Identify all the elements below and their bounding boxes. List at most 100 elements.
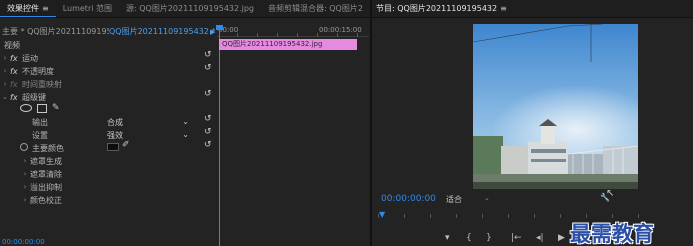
play-only-icon[interactable]: ▶: [210, 28, 215, 36]
subsection-spill-suppression[interactable]: › 溢出抑制: [0, 181, 216, 193]
chevron-down-icon: ⌄: [182, 117, 189, 126]
program-timecode[interactable]: 00:00:00:00: [381, 194, 436, 204]
twirl-icon[interactable]: ›: [0, 80, 10, 88]
subsection-label: 颜色校正: [30, 195, 62, 205]
mask-shape-tools: ✎: [20, 103, 60, 113]
ruler-tick: [482, 214, 483, 218]
ruler-tick: [508, 214, 509, 218]
effect-label: 不透明度: [22, 66, 54, 76]
program-playhead[interactable]: ▼: [379, 210, 385, 219]
tab-effect-controls[interactable]: 效果控件 ≡: [0, 0, 56, 17]
tab-source[interactable]: 源: QQ图片20211109195432.jpg: [119, 0, 261, 17]
ruler-tick: [337, 33, 338, 37]
effect-label: 时间重映射: [22, 79, 62, 89]
panel-divider[interactable]: [370, 0, 372, 246]
twirl-icon[interactable]: ›: [0, 67, 10, 75]
ruler-tick: [357, 33, 358, 37]
effect-ultra-key[interactable]: ⌄ fx 超级键: [0, 91, 216, 103]
program-monitor-title[interactable]: 节目: QQ图片20211109195432 ≡: [376, 0, 507, 17]
rectangle-mask-icon[interactable]: [37, 103, 47, 113]
go-to-in-icon[interactable]: |←: [511, 233, 522, 243]
subsection-matte-cleanup[interactable]: › 遮罩清除: [0, 168, 216, 180]
tab-audio-clip-mixer[interactable]: 音频剪辑混合器: QQ图片2: [261, 0, 370, 17]
ellipse-mask-icon[interactable]: [20, 104, 32, 112]
effect-opacity[interactable]: › fx 不透明度: [0, 65, 216, 77]
effect-motion[interactable]: › fx 运动: [0, 52, 216, 64]
subsection-label: 遮罩生成: [30, 156, 62, 166]
fx-toggle-icon[interactable]: fx: [10, 67, 22, 76]
reset-icon[interactable]: ↺: [204, 63, 212, 73]
subsection-label: 溢出抑制: [30, 182, 62, 192]
twirl-icon[interactable]: ›: [20, 183, 30, 191]
twirl-open-icon[interactable]: ⌄: [0, 93, 10, 101]
add-marker-icon[interactable]: ▾: [445, 233, 450, 243]
twirl-icon[interactable]: ›: [20, 196, 30, 204]
key-color-label: 主要颜色: [32, 143, 64, 153]
tab-lumetri-scopes[interactable]: Lumetri 范围: [56, 0, 119, 17]
mark-in-icon[interactable]: {: [466, 233, 472, 243]
fx-toggle-icon[interactable]: fx: [10, 93, 22, 102]
ruler-tick: [404, 214, 405, 218]
reset-icon[interactable]: ↺: [204, 89, 212, 99]
chevron-down-icon: ⌄: [182, 130, 189, 139]
section-video-label: 视频: [4, 40, 20, 50]
watermark-logo: 最需教育: [570, 221, 654, 246]
reset-icon[interactable]: ↺: [204, 140, 212, 150]
playhead-line[interactable]: [219, 25, 220, 246]
ruler-tick: [430, 214, 431, 218]
ruler-tick: [297, 33, 298, 37]
section-video: 视频: [0, 39, 216, 51]
effect-time-remap[interactable]: › fx 时间重映射: [0, 78, 216, 90]
reset-icon[interactable]: ↺: [204, 50, 212, 60]
master-clip-label[interactable]: 主要 * QQ图片20211109195...: [0, 26, 109, 37]
ruler-tick: [638, 214, 639, 218]
play-icon[interactable]: ▶: [558, 233, 565, 243]
twirl-icon[interactable]: ›: [20, 170, 30, 178]
effect-label: 运动: [22, 53, 38, 63]
mark-out-icon[interactable]: }: [486, 233, 492, 243]
clip-header: 主要 * QQ图片20211109195... QQ图片202111091954…: [0, 25, 219, 38]
output-label: 输出: [32, 117, 48, 127]
ruler-tick: [534, 214, 535, 218]
ruler-tick: [317, 33, 318, 37]
fx-toggle-icon: fx: [10, 79, 18, 89]
reset-icon[interactable]: ↺: [204, 127, 212, 137]
ruler-tick: [257, 33, 258, 37]
pen-mask-icon[interactable]: ✎: [52, 103, 60, 113]
twirl-icon[interactable]: ›: [20, 157, 30, 165]
panel-menu-icon[interactable]: ≡: [500, 0, 507, 17]
panel-menu-icon[interactable]: ≡: [42, 0, 49, 17]
output-value: 合成: [107, 118, 123, 127]
fit-dropdown[interactable]: 适合: [446, 194, 462, 205]
subsection-color-correction[interactable]: › 颜色校正: [0, 194, 216, 206]
setting-value: 强效: [107, 131, 123, 140]
program-monitor-video[interactable]: [473, 24, 638, 189]
time-ruler[interactable]: 00:00 00:00:15:00: [217, 25, 369, 37]
clip-bar[interactable]: QQ图片20211109195432.jpg: [219, 39, 357, 50]
eyedropper-icon[interactable]: ✐: [122, 140, 130, 150]
ruler-tick: [237, 33, 238, 37]
ruler-end-time: 00:00:15:00: [319, 26, 362, 34]
reset-icon[interactable]: ↺: [204, 114, 212, 124]
ruler-tick: [456, 214, 457, 218]
ruler-tick: [612, 214, 613, 218]
effect-controls-timecode[interactable]: 00:00:00:00: [2, 238, 45, 246]
key-color-swatch[interactable]: [107, 143, 119, 151]
twirl-icon[interactable]: ›: [0, 54, 10, 62]
setting-label: 设置: [32, 130, 48, 140]
ruler-tick: [560, 214, 561, 218]
chevron-down-icon[interactable]: ⌄: [484, 194, 490, 202]
sequence-clip-label[interactable]: QQ图片20211109195432 *: [109, 26, 219, 37]
setting-dropdown[interactable]: 强效 ⌄: [107, 130, 189, 140]
program-time-ruler[interactable]: [378, 214, 690, 218]
fx-toggle-icon[interactable]: fx: [10, 54, 22, 63]
effect-controls-body: 主要 * QQ图片20211109195... QQ图片202111091954…: [0, 17, 370, 246]
output-dropdown[interactable]: 合成 ⌄: [107, 117, 189, 127]
ruler-tick: [277, 33, 278, 37]
subsection-matte-generation[interactable]: › 遮罩生成: [0, 155, 216, 167]
left-tab-bar: 效果控件 ≡ Lumetri 范围 源: QQ图片20211109195432.j…: [0, 0, 370, 17]
mouse-cursor-icon: ↖: [606, 188, 615, 199]
ruler-tick: [586, 214, 587, 218]
step-back-icon[interactable]: ◂|: [536, 233, 544, 243]
effect-label: 超级键: [22, 92, 46, 102]
